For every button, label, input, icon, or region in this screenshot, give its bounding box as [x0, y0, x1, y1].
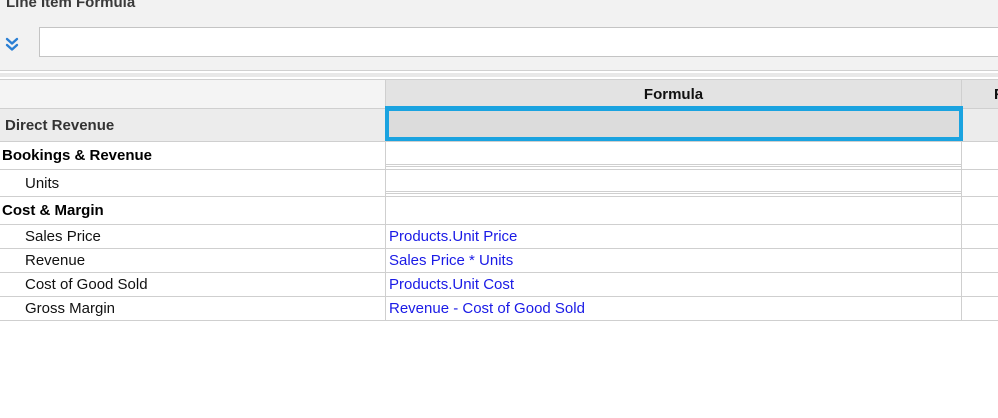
row-formula-cell[interactable]: Products.Unit Cost — [386, 273, 962, 296]
row-name-cell[interactable]: Revenue — [0, 249, 386, 272]
row-formula-cell[interactable]: Revenue - Cost of Good Sold — [386, 297, 962, 320]
column-header-next[interactable]: F — [962, 80, 998, 108]
line-item-formula-page: Line Item Formula Formula F Direct Reven… — [0, 0, 998, 418]
row-next-cell[interactable] — [962, 249, 998, 272]
row-next-cell[interactable] — [962, 142, 998, 169]
row-formula-cell[interactable] — [386, 109, 962, 141]
table-row[interactable]: Bookings & Revenue — [0, 142, 998, 170]
row-name-cell[interactable]: Direct Revenue — [0, 109, 386, 141]
table-row[interactable]: Revenue Sales Price * Units — [0, 249, 998, 273]
row-name-cell[interactable]: Units — [0, 170, 386, 196]
panel-divider — [0, 73, 998, 77]
row-name-cell[interactable]: Gross Margin — [0, 297, 386, 320]
column-header-formula[interactable]: Formula — [386, 80, 962, 108]
table-row[interactable]: Units — [0, 170, 998, 197]
formula-panel: Line Item Formula — [0, 0, 998, 71]
row-next-cell[interactable] — [962, 197, 998, 224]
table-row[interactable]: Cost of Good Sold Products.Unit Cost — [0, 273, 998, 297]
line-item-grid: Formula F Direct Revenue Bookings & Reve… — [0, 79, 998, 321]
row-name-cell[interactable]: Cost of Good Sold — [0, 273, 386, 296]
table-row[interactable]: Direct Revenue — [0, 106, 998, 142]
row-next-cell[interactable] — [962, 297, 998, 320]
panel-title: Line Item Formula — [6, 0, 136, 11]
row-formula-cell[interactable] — [386, 197, 962, 224]
row-next-cell[interactable] — [962, 225, 998, 248]
row-next-cell[interactable] — [962, 273, 998, 296]
row-name-cell[interactable]: Bookings & Revenue — [0, 142, 386, 169]
table-row[interactable]: Gross Margin Revenue - Cost of Good Sold — [0, 297, 998, 321]
table-row[interactable]: Cost & Margin — [0, 197, 998, 225]
column-header-name — [0, 80, 386, 108]
formula-input[interactable] — [39, 27, 998, 57]
row-next-cell[interactable] — [962, 170, 998, 196]
double-chevron-down-icon[interactable] — [4, 36, 20, 52]
row-formula-cell[interactable]: Sales Price * Units — [386, 249, 962, 272]
row-formula-cell[interactable]: Products.Unit Price — [386, 225, 962, 248]
cell-input-border — [386, 191, 962, 194]
row-next-cell[interactable] — [962, 109, 998, 141]
table-row[interactable]: Sales Price Products.Unit Price — [0, 225, 998, 249]
row-name-cell[interactable]: Sales Price — [0, 225, 386, 248]
cell-input-border — [386, 164, 962, 167]
grid-header-row: Formula F — [0, 79, 998, 109]
row-name-cell[interactable]: Cost & Margin — [0, 197, 386, 224]
